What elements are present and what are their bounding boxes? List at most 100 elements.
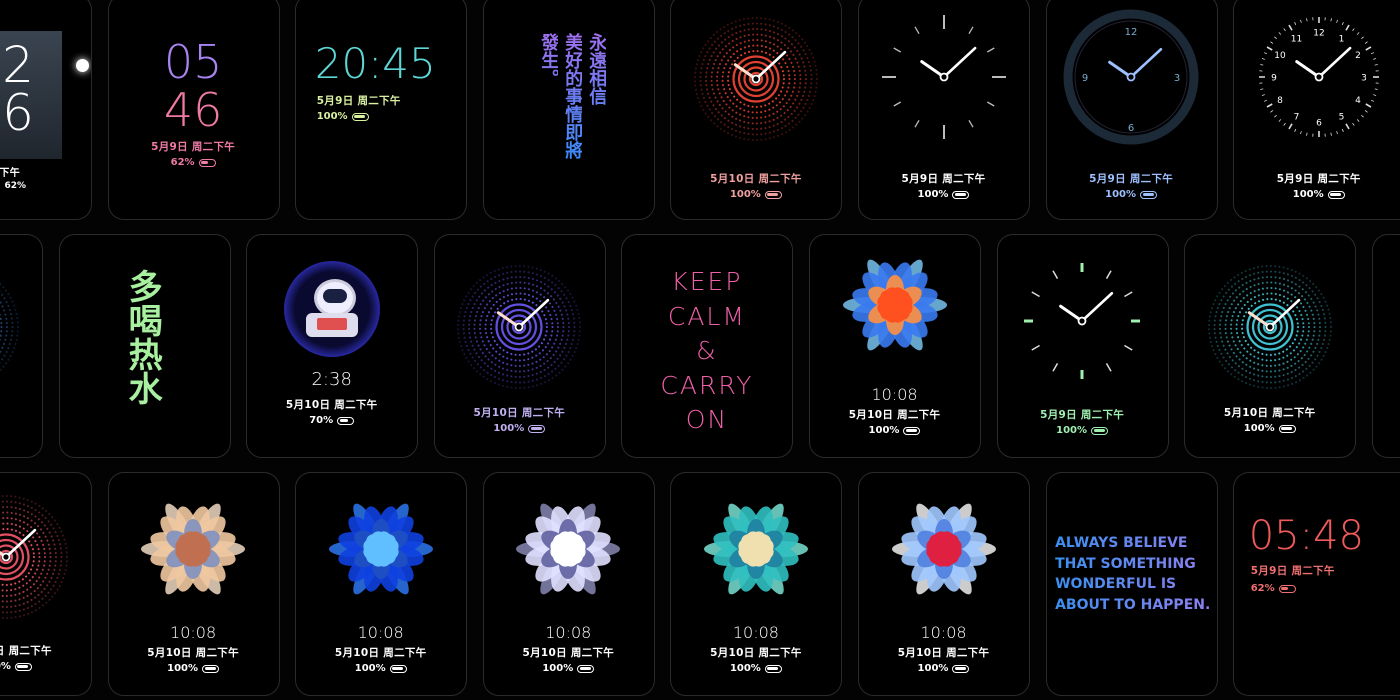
watch-face-card-analog-numerals[interactable]: 12 1 2 3 4 5 6 7 8 9 10 11 5月9日 周二下午 100% xyxy=(1233,0,1400,220)
battery-status: 100% xyxy=(671,663,841,674)
time-display: 10:08 xyxy=(170,623,217,642)
watch-face-card-astronaut[interactable]: 2:38 5月10日 周二下午 70% xyxy=(246,234,419,458)
battery-percent: 100% xyxy=(1243,423,1275,434)
kaleidoscope-graphic xyxy=(141,503,246,595)
clock-hands xyxy=(1108,47,1163,82)
watch-face-content: ALWAYS BELIEVE THAT SOMETHING WONDERFUL … xyxy=(1047,473,1217,695)
date-label: 5月10日 周二下午 xyxy=(334,647,427,659)
battery-icon xyxy=(764,190,782,199)
dot-rings-graphic xyxy=(1207,265,1332,389)
watch-face-card-dots[interactable]: 5月10日 周二下午 100% xyxy=(0,472,92,696)
time-display: 2:38 xyxy=(311,369,352,390)
watch-face-card-kaleido[interactable]: 10:08 5月10日 周二下午 100% xyxy=(295,472,468,696)
watch-face-content: 5月9日 周二下午 100% xyxy=(998,235,1168,457)
battery-status: 100% xyxy=(1234,189,1400,200)
time-display: 10:08 xyxy=(871,385,918,404)
clock-numeral: 5 xyxy=(1338,112,1344,122)
watch-face-card-kaleido[interactable]: 10:08 5月10日 周二下午 100% xyxy=(809,234,981,458)
kaleidoscope-graphic xyxy=(891,503,996,595)
keep-calm-line: ON xyxy=(685,405,729,434)
watch-face-card-analog-green[interactable]: 5月9日 周二下午 100% xyxy=(996,234,1169,458)
quote-text: 永遠相信 美好的事情即將 發生。 xyxy=(538,33,607,159)
keep-calm-text: KEEP CALM & CARRY ON xyxy=(622,265,792,438)
battery-status: 100% xyxy=(1047,189,1217,200)
slogan-text: 多喝热水 xyxy=(122,269,163,405)
battery-icon xyxy=(1327,190,1345,199)
clock-numeral: 6 xyxy=(1128,123,1134,134)
time-minute: 46 xyxy=(163,83,223,137)
watch-face-card-big-text[interactable]: 多喝热水 xyxy=(58,234,231,458)
keep-calm-line: CALM xyxy=(667,301,746,331)
watch-face-card-digital[interactable]: 05:48 5月9日 周二下午 62% xyxy=(1233,472,1400,696)
quote-column: 美好的事情即將 xyxy=(562,33,584,159)
watch-face-card-quote[interactable]: ALWAYS BELIEVE THAT SOMETHING WONDERFUL … xyxy=(1045,472,1218,696)
battery-percent: 100% xyxy=(542,663,574,674)
battery-icon xyxy=(577,664,595,673)
time-display: 20:45 xyxy=(314,39,436,88)
battery-percent: 100% xyxy=(316,111,348,122)
battery-status: 100% xyxy=(435,423,605,434)
watch-face-card-kaleido[interactable]: 10:08 5月10日 周二下午 100% xyxy=(858,472,1030,696)
clock-numeral: 12 xyxy=(1125,27,1138,38)
watch-face-content: 5月9日 周二下午 100% xyxy=(859,0,1029,219)
watch-face-card-kaleido[interactable]: 10:08 5月10日 周二下午 100% xyxy=(670,472,843,696)
kaleidoscope-graphic xyxy=(328,503,433,595)
watch-face-card-stacked-digital[interactable]: 05 46 5月9日 周二下午 62% xyxy=(107,0,280,220)
clock-hands xyxy=(1059,291,1114,326)
watch-face-content xyxy=(0,235,42,457)
watch-face-card-vertical-text[interactable]: 永遠相信 美好的事情即將 發生。 xyxy=(482,0,655,220)
watch-face-content: 10:08 5月10日 周二下午 100% xyxy=(484,473,654,695)
date-label: 5月9日 周二下午 xyxy=(1089,173,1174,185)
watch-face-card-dots[interactable]: 5月10日 周二下午 100% xyxy=(670,0,843,220)
battery-percent: 100% xyxy=(1056,425,1088,436)
clock-numeral: 2 xyxy=(1355,51,1361,61)
battery-icon xyxy=(952,664,970,673)
kaleidoscope-graphic xyxy=(703,503,808,595)
date-label: 5月9日 周二下午 xyxy=(1040,409,1125,421)
battery-icon xyxy=(14,662,32,671)
watch-face-content: 12 1 2 3 4 5 6 7 8 9 10 11 5月9日 周二下午 100% xyxy=(1234,0,1400,219)
battery-percent: 100% xyxy=(917,189,949,200)
watch-face-card-dots[interactable]: 5月10日 周二下午 100% xyxy=(1184,234,1357,458)
clock-numeral: 9 xyxy=(1082,73,1088,84)
analog-clock xyxy=(881,15,1006,139)
battery-status: 100% xyxy=(109,663,279,674)
watch-face-card-analog-ring[interactable]: 12 3 6 9 5月9日 周二下午 100% xyxy=(1045,0,1218,220)
date-label: 5月9日 周二下午 xyxy=(0,168,20,179)
watch-face-card-blank[interactable] xyxy=(1371,234,1400,458)
battery-status: 100% xyxy=(998,425,1168,436)
battery-icon xyxy=(389,664,407,673)
battery-icon xyxy=(202,664,220,673)
battery-percent: 70% xyxy=(309,415,334,426)
watch-face-card-kaleido[interactable]: 10:08 5月10日 周二下午 100% xyxy=(107,472,280,696)
watch-face-card-analog-ticks[interactable]: 5月9日 周二下午 100% xyxy=(858,0,1030,220)
date-label: 5月9日 周二下午 xyxy=(1276,173,1361,185)
watch-face-card-dots[interactable] xyxy=(0,234,43,458)
battery-percent: 62% xyxy=(170,157,195,168)
date-label: 5月10日 周二下午 xyxy=(710,173,802,185)
battery-percent: 62% xyxy=(1250,583,1275,594)
battery-icon xyxy=(528,424,546,433)
watch-face-card-keep-calm[interactable]: KEEP CALM & CARRY ON xyxy=(621,234,794,458)
watch-face-card-kaleido[interactable]: 10:08 5月10日 周二下午 100% xyxy=(482,472,655,696)
date-label: 5月9日 周二下午 xyxy=(901,173,986,185)
quote-column: 永遠相信 xyxy=(586,33,607,159)
battery-status: 100% xyxy=(671,189,841,200)
clock-hands xyxy=(1294,46,1352,82)
battery-percent: 100% xyxy=(0,661,11,672)
watch-face-card-photo-digital[interactable]: 02 16 5月9日 周二下午 62% xyxy=(0,0,92,220)
date-label: 5月10日 周二下午 xyxy=(1223,407,1316,419)
clock-numeral: 11 xyxy=(1290,35,1301,45)
battery-percent: 100% xyxy=(917,663,949,674)
battery-status: 62% xyxy=(109,157,279,168)
battery-status: 100% xyxy=(859,663,1029,674)
time-display: 10:08 xyxy=(357,623,404,642)
battery-percent: 62% xyxy=(4,181,26,191)
watch-face-card-digital[interactable]: 20:45 5月9日 周二下午 100% xyxy=(295,0,468,220)
kaleidoscope-graphic xyxy=(842,259,947,351)
time-hour: 05 xyxy=(163,35,223,89)
clock-numeral: 6 xyxy=(1316,119,1322,129)
analog-clock: 12 3 6 9 xyxy=(1063,9,1199,145)
time-display: 10:08 xyxy=(920,623,967,642)
watch-face-card-dots[interactable]: 5月10日 周二下午 100% xyxy=(433,234,606,458)
